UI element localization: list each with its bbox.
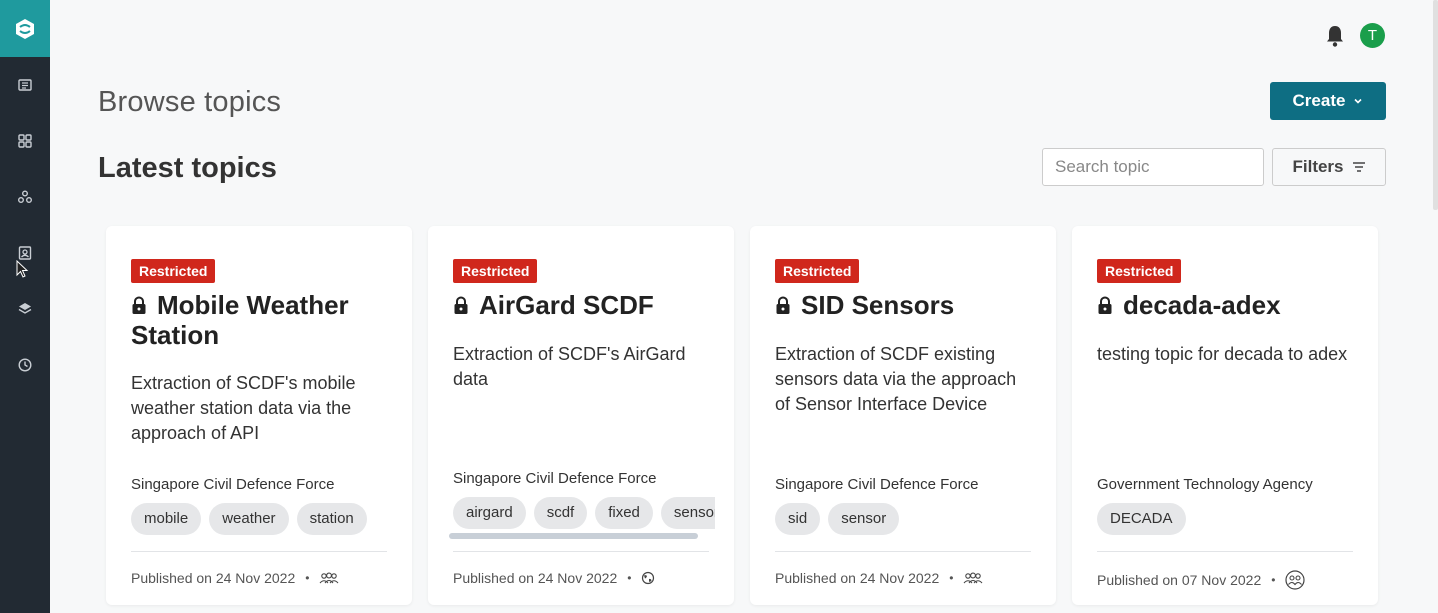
grid-icon [18,134,32,148]
divider [131,551,387,552]
topic-organisation: Singapore Civil Defence Force [131,476,335,493]
circle-group-icon [1285,570,1306,590]
topic-title-text: SID Sensors [801,290,955,320]
tag-list: mobile weather station [131,503,367,535]
sidebar-item-layers[interactable] [0,291,50,327]
sidebar-item-history[interactable] [0,347,50,383]
topic-organisation: Singapore Civil Defence Force [775,476,979,493]
divider [453,551,709,552]
topic-title-text: decada-adex [1123,290,1281,320]
lock-icon [132,296,146,314]
network-icon [18,190,32,203]
separator-dot: • [1271,573,1276,587]
chevron-down-icon [1354,98,1363,104]
tag-list: sid sensor [775,503,900,535]
topic-title-text: AirGard SCDF [479,290,654,320]
page-title: Browse topics [98,86,282,118]
topic-description: Extraction of SCDF existing sensors data… [775,344,1017,414]
contacts-icon [18,246,32,260]
topic-description: Extraction of SCDF's mobile weather stat… [131,373,356,443]
sidebar [0,0,50,613]
divider [1097,551,1353,552]
topic-title[interactable]: AirGard SCDF [453,290,713,320]
tag[interactable]: station [296,503,367,535]
group-icon [964,572,983,584]
topic-title[interactable]: decada-adex [1097,290,1357,320]
published-date: Published on 07 Nov 2022 [1097,572,1262,588]
bell-icon[interactable] [1323,24,1347,48]
section-title: Latest topics [98,152,277,184]
tag[interactable]: DECADA [1097,503,1186,535]
lock-icon [1098,296,1112,314]
topic-card[interactable]: Restricted SID Sensors Extraction of SCD… [750,226,1056,605]
globe-icon [642,571,655,585]
topic-description: testing topic for decada to adex [1097,344,1348,364]
topic-card[interactable]: Restricted AirGard SCDF Extraction of SC… [428,226,734,605]
tag[interactable]: weather [209,503,289,535]
restricted-badge: Restricted [131,259,216,283]
topic-organisation: Government Technology Agency [1097,476,1313,493]
search-input[interactable] [1042,148,1264,186]
published-date: Published on 24 Nov 2022 [775,570,940,586]
divider [775,551,1031,552]
create-button[interactable]: Create [1270,82,1386,120]
layers-icon [18,303,32,314]
logo-icon [16,18,34,39]
tag[interactable]: scdf [533,497,588,529]
tag[interactable]: airgard [453,497,526,529]
published-info: Published on 24 Nov 2022 • [775,570,983,586]
filter-icon [1352,162,1365,172]
filters-button-label: Filters [1292,157,1344,176]
topic-title-text: Mobile Weather Station [131,290,349,350]
sidebar-item-grid[interactable] [0,123,50,159]
tag-list: DECADA [1097,503,1186,535]
page-scrollbar[interactable] [1433,0,1438,210]
clock-icon [18,358,32,372]
topic-description: Extraction of SCDF's AirGard data [453,344,686,389]
filters-button[interactable]: Filters [1272,148,1386,186]
lock-icon [454,296,468,314]
restricted-badge: Restricted [775,259,860,283]
tag-list: airgard scdf fixed sensor [453,497,715,529]
published-info: Published on 24 Nov 2022 • [453,570,655,586]
published-info: Published on 07 Nov 2022 • [1097,570,1306,590]
news-icon [18,79,32,91]
separator-dot: • [627,571,632,585]
topic-title[interactable]: Mobile Weather Station [131,290,391,350]
published-info: Published on 24 Nov 2022 • [131,570,339,586]
topic-card[interactable]: Restricted Mobile Weather Station Extrac… [106,226,412,605]
restricted-badge: Restricted [1097,259,1182,283]
sidebar-item-news[interactable] [0,67,50,103]
avatar[interactable]: T [1360,23,1385,48]
published-date: Published on 24 Nov 2022 [131,570,296,586]
topic-organisation: Singapore Civil Defence Force [453,470,657,487]
lock-icon [776,296,790,314]
group-icon [320,572,339,584]
sidebar-item-network[interactable] [0,179,50,215]
tag[interactable]: sensor [828,503,900,535]
mouse-cursor-icon [16,260,29,278]
app-logo[interactable] [0,0,50,57]
published-date: Published on 24 Nov 2022 [453,570,618,586]
topic-title[interactable]: SID Sensors [775,290,1035,320]
restricted-badge: Restricted [453,259,538,283]
tag[interactable]: fixed [595,497,653,529]
separator-dot: • [305,571,310,585]
tag-list-scrollbar[interactable] [449,533,698,539]
topic-card[interactable]: Restricted decada-adex testing topic for… [1072,226,1378,605]
create-button-label: Create [1292,91,1346,110]
tag[interactable]: sid [775,503,821,535]
topic-card-list: Restricted Mobile Weather Station Extrac… [106,226,1378,605]
separator-dot: • [949,571,954,585]
tag[interactable]: sensor [660,497,715,529]
tag[interactable]: mobile [131,503,202,535]
